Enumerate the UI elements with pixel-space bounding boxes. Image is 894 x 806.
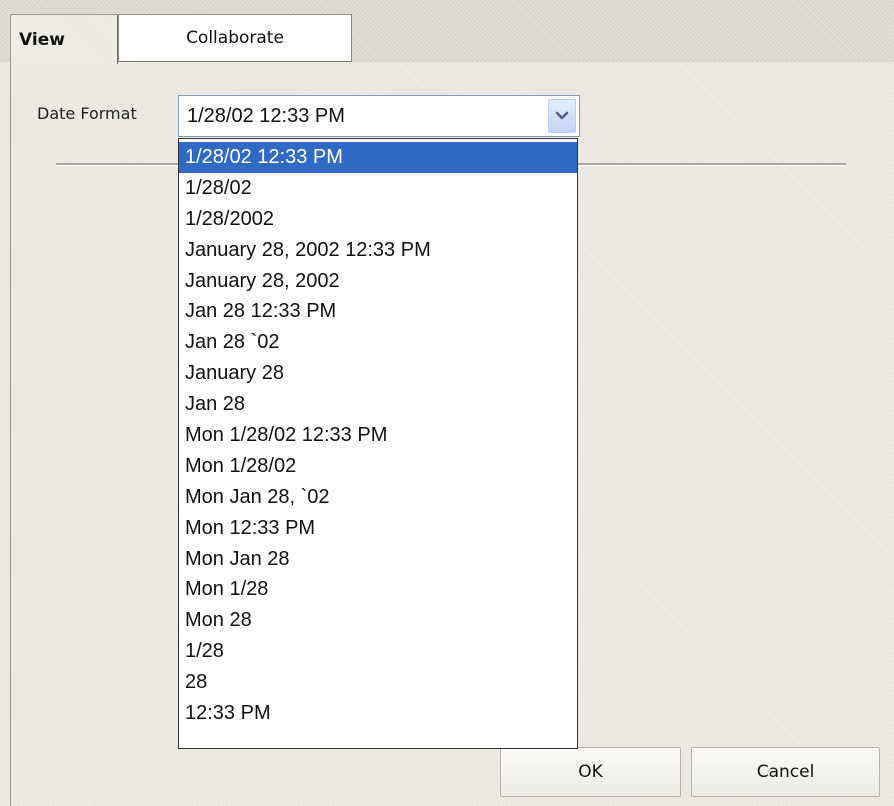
dropdown-option[interactable]: 1/28/02 12:33 PM — [179, 142, 577, 173]
dropdown-option[interactable]: Mon 28 — [179, 605, 577, 636]
dropdown-option[interactable]: January 28, 2002 12:33 PM — [179, 235, 577, 266]
dropdown-option[interactable]: January 28 — [179, 358, 577, 389]
date-format-label: Date Format — [37, 104, 137, 123]
tab-view[interactable]: View — [10, 14, 118, 64]
date-format-select[interactable]: 1/28/02 12:33 PM — [178, 95, 580, 137]
dropdown-option[interactable]: Mon 1/28 — [179, 574, 577, 605]
date-format-selected-value: 1/28/02 12:33 PM — [187, 105, 345, 127]
tab-strip: View Collaborate — [0, 0, 894, 64]
dropdown-option[interactable]: Mon Jan 28, `02 — [179, 482, 577, 513]
date-format-dropdown-list[interactable]: 1/28/02 12:33 PM 1/28/02 1/28/2002 January … — [178, 138, 578, 749]
dropdown-option[interactable]: 1/28/02 — [179, 173, 577, 204]
dropdown-option[interactable]: 28 — [179, 667, 577, 698]
dropdown-option[interactable]: Jan 28 12:33 PM — [179, 296, 577, 327]
dropdown-option[interactable]: 12:33 PM — [179, 698, 577, 729]
tab-view-label: View — [19, 29, 65, 50]
cancel-button[interactable]: Cancel — [691, 747, 880, 797]
dropdown-option[interactable]: Mon 1/28/02 — [179, 451, 577, 482]
chevron-down-icon — [555, 111, 569, 120]
dropdown-option[interactable]: 1/28 — [179, 636, 577, 667]
dropdown-option[interactable]: Mon 12:33 PM — [179, 513, 577, 544]
dropdown-arrow-button[interactable] — [548, 99, 576, 133]
dropdown-option[interactable]: Mon 1/28/02 12:33 PM — [179, 420, 577, 451]
ok-button[interactable]: OK — [500, 747, 681, 797]
dropdown-option[interactable]: January 28, 2002 — [179, 266, 577, 297]
dropdown-option[interactable]: 1/28/2002 — [179, 204, 577, 235]
dropdown-option[interactable]: Jan 28 `02 — [179, 327, 577, 358]
tab-collaborate-label: Collaborate — [186, 28, 284, 48]
dropdown-option[interactable]: Mon Jan 28 — [179, 544, 577, 575]
dropdown-option[interactable]: Jan 28 — [179, 389, 577, 420]
tab-collaborate[interactable]: Collaborate — [118, 14, 352, 62]
